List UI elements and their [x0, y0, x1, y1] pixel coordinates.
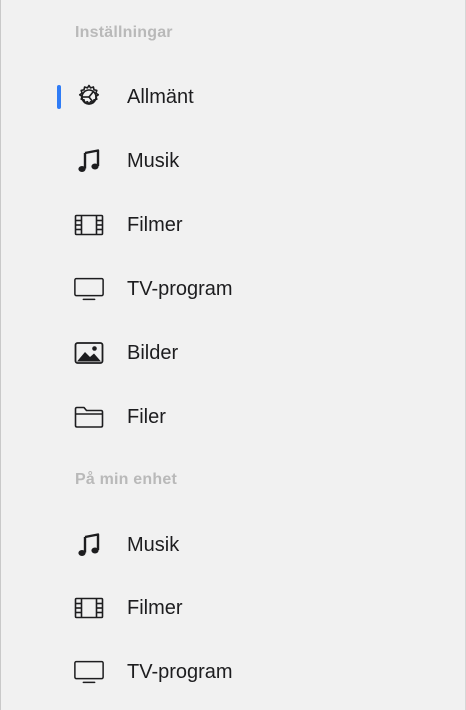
- sidebar-item-label: TV-program: [127, 660, 233, 683]
- sidebar-item-photos[interactable]: Bilder: [1, 329, 466, 377]
- sidebar-item-device-tv-shows[interactable]: TV-program: [1, 648, 466, 696]
- section-header-on-my-device: På min enhet: [75, 471, 177, 488]
- selection-indicator: [57, 85, 61, 109]
- sidebar-item-tv-shows[interactable]: TV-program: [1, 265, 466, 313]
- music-note-icon: [73, 145, 105, 177]
- sidebar-item-label: Musik: [127, 533, 180, 556]
- sidebar-item-label: Filer: [127, 405, 166, 428]
- music-note-icon: [73, 529, 105, 561]
- sidebar-item-label: Bilder: [127, 341, 179, 364]
- sidebar-item-label: Filmer: [127, 596, 183, 619]
- sidebar: Inställningar Allmänt Musik Filmer TV-pr…: [0, 0, 466, 710]
- sidebar-item-label: Filmer: [127, 213, 183, 236]
- sidebar-item-general[interactable]: Allmänt: [1, 73, 466, 121]
- sidebar-item-label: Allmänt: [127, 85, 194, 108]
- sidebar-item-device-movies[interactable]: Filmer: [1, 584, 466, 632]
- tv-icon: [73, 656, 105, 688]
- gear-icon: [73, 81, 105, 113]
- section-header-settings: Inställningar: [75, 24, 173, 41]
- sidebar-item-label: Musik: [127, 149, 180, 172]
- film-icon: [73, 209, 105, 241]
- sidebar-item-label: TV-program: [127, 277, 233, 300]
- folder-icon: [73, 401, 105, 433]
- sidebar-item-music[interactable]: Musik: [1, 137, 466, 185]
- sidebar-item-movies[interactable]: Filmer: [1, 201, 466, 249]
- film-icon: [73, 592, 105, 624]
- sidebar-item-files[interactable]: Filer: [1, 393, 466, 441]
- sidebar-item-device-music[interactable]: Musik: [1, 521, 466, 569]
- tv-icon: [73, 273, 105, 305]
- photo-icon: [73, 337, 105, 369]
